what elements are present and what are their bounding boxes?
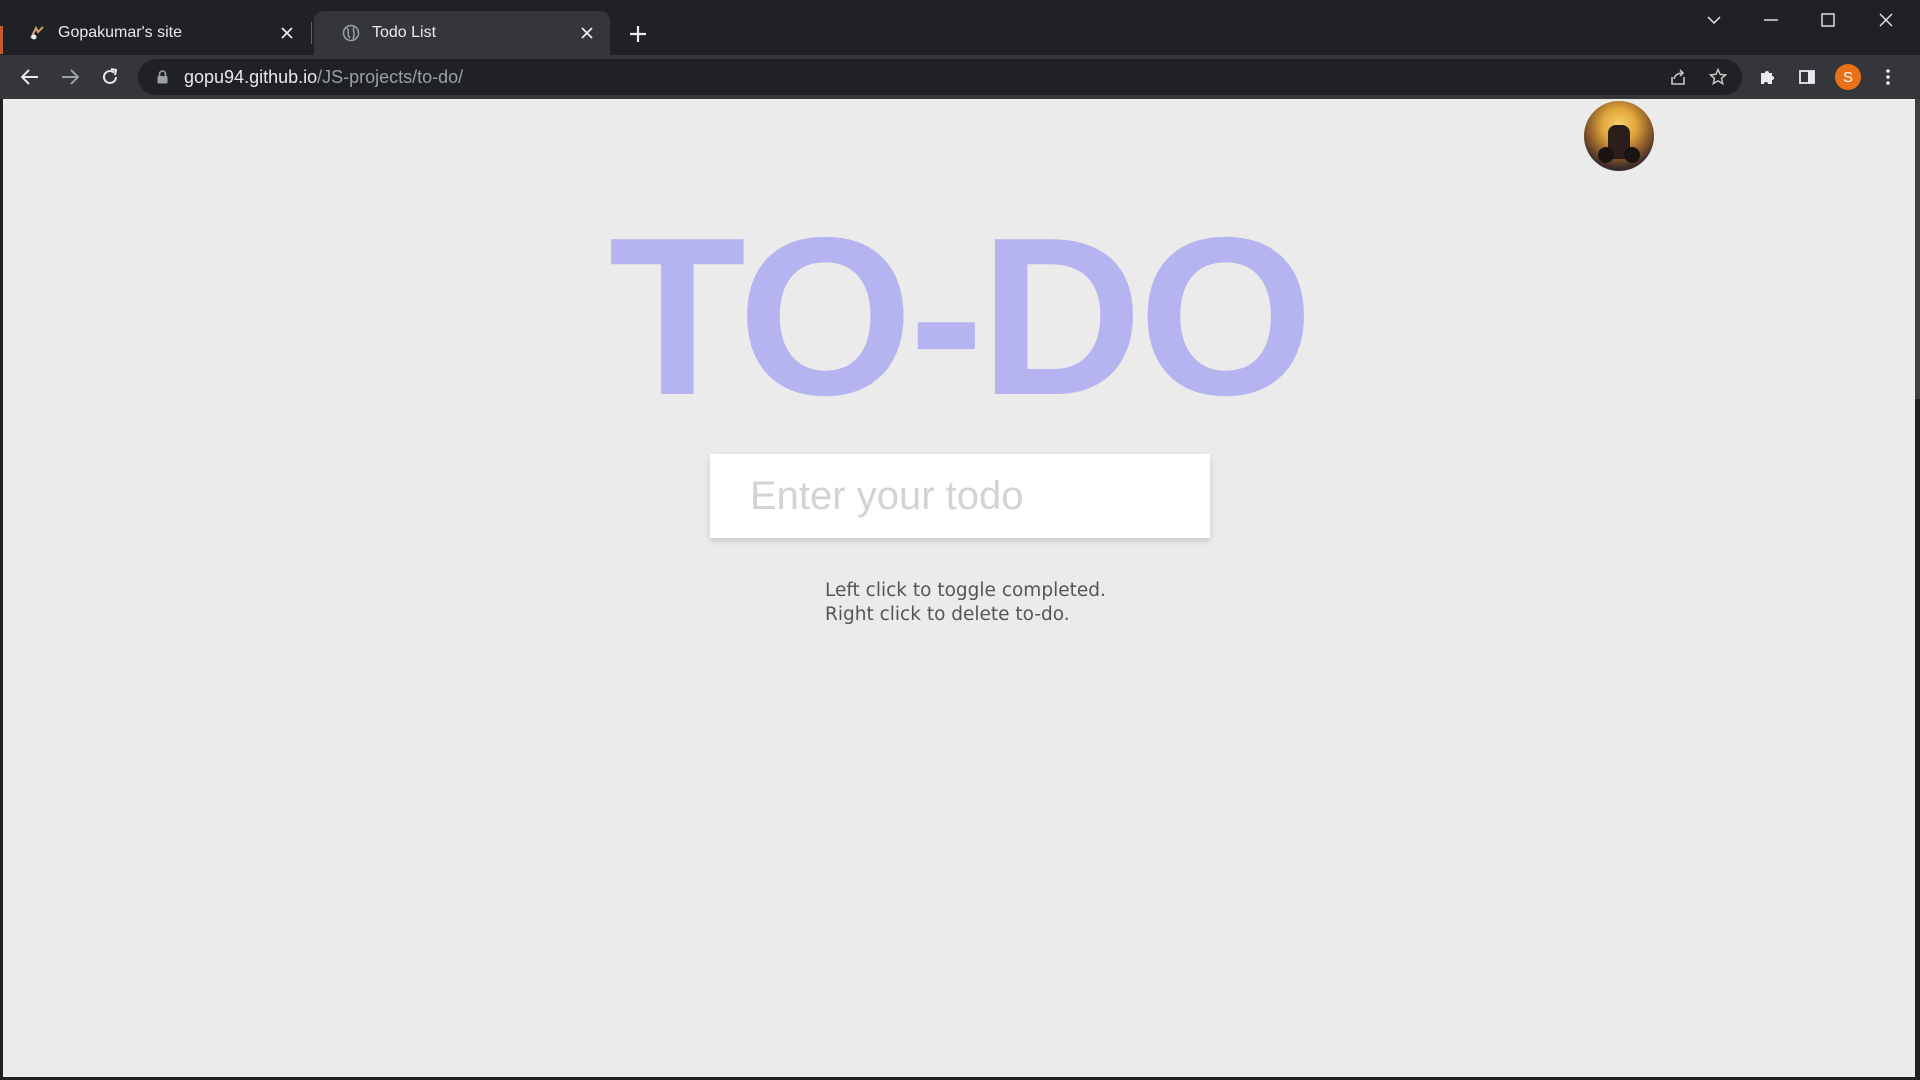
site-favicon-icon [28,24,46,42]
close-tab-icon[interactable] [276,22,298,44]
maximize-icon [1821,13,1835,27]
scrollbar[interactable] [1915,99,1920,399]
reload-icon [103,68,118,84]
profile-avatar: S [1835,64,1861,90]
globe-icon [342,24,360,42]
browser-menu-button[interactable] [1872,61,1904,93]
arrow-left-icon [21,69,38,85]
address-bar[interactable]: gopu94.github.io/JS-projects/to-do/ [138,59,1742,95]
extensions-button[interactable] [1752,61,1784,93]
back-button[interactable] [14,61,46,93]
minimize-button[interactable] [1743,0,1799,40]
browser-toolbar: gopu94.github.io/JS-projects/to-do/ S [0,55,1920,99]
avatar-wheel [1598,147,1614,163]
url-path: /JS-projects/to-do/ [317,66,464,87]
lock-icon[interactable] [154,69,170,85]
minimize-icon [1764,19,1778,21]
hint-delete: Right click to delete to-do. [825,604,1070,625]
reload-button[interactable] [94,61,126,93]
side-panel-button[interactable] [1791,61,1823,93]
new-tab-button[interactable] [622,18,654,50]
hint-toggle: Left click to toggle completed. [825,580,1106,601]
arrow-right-icon [62,69,79,85]
page-viewport: TO-DO Left click to toggle completed. Ri… [3,99,1915,1077]
tab-separator [311,22,312,44]
url-text: gopu94.github.io/JS-projects/to-do/ [184,67,463,88]
browser-window: Gopakumar's site Todo List gopu94.github… [0,0,1920,1080]
avatar-wheel [1624,147,1640,163]
bookmark-star-icon[interactable] [1704,63,1732,91]
url-host: gopu94.github.io [184,66,318,87]
chevron-down-icon [1707,16,1721,25]
tab-title: Todo List [372,24,437,41]
profile-button[interactable]: S [1832,61,1864,93]
side-panel-icon [1799,70,1815,84]
tab-todo-list[interactable]: Todo List [314,11,610,55]
kebab-menu-icon [1886,69,1890,85]
usage-hint: Left click to toggle completed. Right cl… [825,579,1106,627]
forward-button[interactable] [54,61,86,93]
close-icon [1879,13,1893,27]
author-avatar[interactable] [1584,101,1654,171]
close-window-button[interactable] [1858,0,1914,40]
share-icon[interactable] [1664,63,1692,91]
tab-gopakumars-site[interactable]: Gopakumar's site [0,11,310,55]
maximize-button[interactable] [1800,0,1856,40]
plus-icon [630,26,646,42]
tab-search-button[interactable] [1686,0,1742,40]
tab-title: Gopakumar's site [58,24,182,41]
todo-input[interactable] [710,454,1210,538]
close-tab-icon[interactable] [576,22,598,44]
tab-strip: Gopakumar's site Todo List [0,0,1920,55]
page-title: TO-DO [608,190,1314,442]
puzzle-icon [1761,71,1774,84]
